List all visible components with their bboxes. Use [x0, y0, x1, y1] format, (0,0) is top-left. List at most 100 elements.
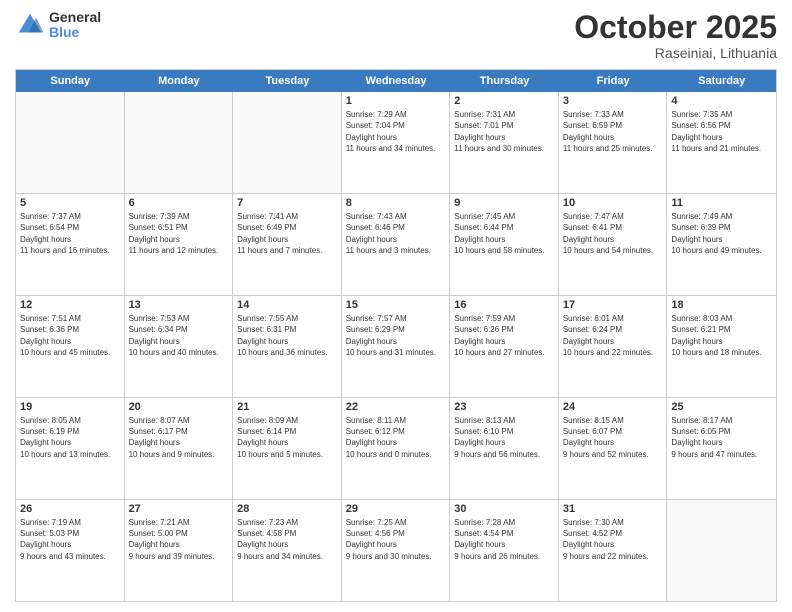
day-number: 17: [563, 299, 663, 311]
day-number: 30: [454, 503, 554, 515]
cell-info: Sunrise: 7:59 AMSunset: 6:26 PMDaylight …: [454, 313, 554, 358]
day-header-sunday: Sunday: [16, 70, 125, 92]
calendar-row-3: 19 Sunrise: 8:05 AMSunset: 6:19 PMDayligh…: [16, 398, 776, 500]
day-number: 4: [671, 95, 772, 107]
cell-info: Sunrise: 7:25 AMSunset: 4:56 PMDaylight …: [346, 517, 446, 562]
day-number: 13: [129, 299, 229, 311]
cell-info: Sunrise: 7:30 AMSunset: 4:52 PMDaylight …: [563, 517, 663, 562]
cell-info: Sunrise: 7:39 AMSunset: 6:51 PMDaylight …: [129, 211, 229, 256]
cell-info: Sunrise: 7:35 AMSunset: 6:56 PMDaylight …: [671, 109, 772, 154]
day-number: 29: [346, 503, 446, 515]
calendar-cell: 14 Sunrise: 7:55 AMSunset: 6:31 PMDayligh…: [233, 296, 342, 397]
calendar-cell: 7Sunrise: 7:41 AMSunset: 6:49 PMDaylight…: [233, 194, 342, 295]
day-number: 9: [454, 197, 554, 209]
cell-info: Sunrise: 7:43 AMSunset: 6:46 PMDaylight …: [346, 211, 446, 256]
cell-info: Sunrise: 7:37 AMSunset: 6:54 PMDaylight …: [20, 211, 120, 256]
calendar-cell: 19 Sunrise: 8:05 AMSunset: 6:19 PMDayligh…: [16, 398, 125, 499]
calendar-cell: 17 Sunrise: 8:01 AMSunset: 6:24 PMDayligh…: [559, 296, 668, 397]
calendar-cell: 2Sunrise: 7:31 AMSunset: 7:01 PMDaylight…: [450, 92, 559, 193]
calendar-body: 1 Sunrise: 7:29 AMSunset: 7:04 PMDaylight…: [16, 92, 776, 601]
calendar-cell: [667, 500, 776, 601]
cell-info: Sunrise: 8:09 AMSunset: 6:14 PMDaylight …: [237, 415, 337, 460]
calendar-cell: 23 Sunrise: 8:13 AMSunset: 6:10 PMDayligh…: [450, 398, 559, 499]
day-header-friday: Friday: [559, 70, 668, 92]
calendar-cell: 24 Sunrise: 8:15 AMSunset: 6:07 PMDayligh…: [559, 398, 668, 499]
cell-info: Sunrise: 8:05 AMSunset: 6:19 PMDaylight …: [20, 415, 120, 460]
cell-info: Sunrise: 7:23 AMSunset: 4:58 PMDaylight …: [237, 517, 337, 562]
day-header-tuesday: Tuesday: [233, 70, 342, 92]
logo: General Blue: [15, 10, 101, 41]
day-number: 14: [237, 299, 337, 311]
day-header-wednesday: Wednesday: [342, 70, 451, 92]
calendar-cell: 26Sunrise: 7:19 AMSunset: 5:03 PMDayligh…: [16, 500, 125, 601]
calendar-cell: 18Sunrise: 8:03 AMSunset: 6:21 PMDayligh…: [667, 296, 776, 397]
day-number: 2: [454, 95, 554, 107]
day-number: 28: [237, 503, 337, 515]
calendar-cell: 29 Sunrise: 7:25 AMSunset: 4:56 PMDayligh…: [342, 500, 451, 601]
cell-info: Sunrise: 7:51 AMSunset: 6:36 PMDaylight …: [20, 313, 120, 358]
day-number: 24: [563, 401, 663, 413]
cell-info: Sunrise: 7:41 AMSunset: 6:49 PMDaylight …: [237, 211, 337, 256]
cell-info: Sunrise: 8:03 AMSunset: 6:21 PMDaylight …: [671, 313, 772, 358]
cell-info: Sunrise: 8:01 AMSunset: 6:24 PMDaylight …: [563, 313, 663, 358]
day-number: 21: [237, 401, 337, 413]
day-number: 1: [346, 95, 446, 107]
cell-info: Sunrise: 7:55 AMSunset: 6:31 PMDaylight …: [237, 313, 337, 358]
calendar: SundayMondayTuesdayWednesdayThursdayFrid…: [15, 69, 777, 602]
calendar-cell: 16 Sunrise: 7:59 AMSunset: 6:26 PMDayligh…: [450, 296, 559, 397]
day-number: 12: [20, 299, 120, 311]
day-number: 5: [20, 197, 120, 209]
day-number: 3: [563, 95, 663, 107]
day-number: 16: [454, 299, 554, 311]
calendar-cell: 27Sunrise: 7:21 AMSunset: 5:00 PMDayligh…: [125, 500, 234, 601]
calendar-header: SundayMondayTuesdayWednesdayThursdayFrid…: [16, 70, 776, 92]
day-header-monday: Monday: [125, 70, 234, 92]
cell-info: Sunrise: 7:53 AMSunset: 6:34 PMDaylight …: [129, 313, 229, 358]
calendar-cell: 15Sunrise: 7:57 AMSunset: 6:29 PMDayligh…: [342, 296, 451, 397]
cell-info: Sunrise: 7:21 AMSunset: 5:00 PMDaylight …: [129, 517, 229, 562]
cell-info: Sunrise: 8:13 AMSunset: 6:10 PMDaylight …: [454, 415, 554, 460]
title-section: October 2025 Raseiniai, Lithuania: [574, 10, 777, 61]
cell-info: Sunrise: 7:45 AMSunset: 6:44 PMDaylight …: [454, 211, 554, 256]
calendar-row-2: 12 Sunrise: 7:51 AMSunset: 6:36 PMDayligh…: [16, 296, 776, 398]
day-number: 10: [563, 197, 663, 209]
cell-info: Sunrise: 8:11 AMSunset: 6:12 PMDaylight …: [346, 415, 446, 460]
calendar-cell: 31Sunrise: 7:30 AMSunset: 4:52 PMDayligh…: [559, 500, 668, 601]
day-number: 8: [346, 197, 446, 209]
day-header-thursday: Thursday: [450, 70, 559, 92]
day-number: 11: [671, 197, 772, 209]
cell-info: Sunrise: 7:29 AMSunset: 7:04 PMDaylight …: [346, 109, 446, 154]
cell-info: Sunrise: 7:47 AMSunset: 6:41 PMDaylight …: [563, 211, 663, 256]
day-number: 25: [671, 401, 772, 413]
calendar-row-0: 1 Sunrise: 7:29 AMSunset: 7:04 PMDaylight…: [16, 92, 776, 194]
cell-info: Sunrise: 7:33 AMSunset: 6:59 PMDaylight …: [563, 109, 663, 154]
calendar-cell: 20 Sunrise: 8:07 AMSunset: 6:17 PMDayligh…: [125, 398, 234, 499]
day-number: 20: [129, 401, 229, 413]
calendar-cell: 4 Sunrise: 7:35 AMSunset: 6:56 PMDaylight…: [667, 92, 776, 193]
calendar-cell: 9 Sunrise: 7:45 AMSunset: 6:44 PMDaylight…: [450, 194, 559, 295]
calendar-cell: 10 Sunrise: 7:47 AMSunset: 6:41 PMDayligh…: [559, 194, 668, 295]
calendar-cell: 11 Sunrise: 7:49 AMSunset: 6:39 PMDayligh…: [667, 194, 776, 295]
calendar-cell: 28 Sunrise: 7:23 AMSunset: 4:58 PMDayligh…: [233, 500, 342, 601]
cell-info: Sunrise: 8:07 AMSunset: 6:17 PMDaylight …: [129, 415, 229, 460]
cell-info: Sunrise: 7:49 AMSunset: 6:39 PMDaylight …: [671, 211, 772, 256]
cell-info: Sunrise: 8:17 AMSunset: 6:05 PMDaylight …: [671, 415, 772, 460]
calendar-container: General Blue October 2025 Raseiniai, Lit…: [0, 0, 792, 612]
calendar-cell: 30Sunrise: 7:28 AMSunset: 4:54 PMDayligh…: [450, 500, 559, 601]
logo-icon: [15, 10, 45, 40]
cell-info: Sunrise: 7:57 AMSunset: 6:29 PMDaylight …: [346, 313, 446, 358]
calendar-cell: 25 Sunrise: 8:17 AMSunset: 6:05 PMDayligh…: [667, 398, 776, 499]
month-title: October 2025: [574, 10, 777, 45]
day-number: 6: [129, 197, 229, 209]
calendar-cell: 22 Sunrise: 8:11 AMSunset: 6:12 PMDayligh…: [342, 398, 451, 499]
cell-info: Sunrise: 8:15 AMSunset: 6:07 PMDaylight …: [563, 415, 663, 460]
calendar-cell: 5 Sunrise: 7:37 AMSunset: 6:54 PMDaylight…: [16, 194, 125, 295]
day-number: 22: [346, 401, 446, 413]
day-number: 26: [20, 503, 120, 515]
calendar-cell: [16, 92, 125, 193]
location: Raseiniai, Lithuania: [574, 45, 777, 61]
logo-blue: Blue: [49, 25, 101, 40]
logo-text: General Blue: [49, 10, 101, 41]
day-number: 23: [454, 401, 554, 413]
day-number: 19: [20, 401, 120, 413]
